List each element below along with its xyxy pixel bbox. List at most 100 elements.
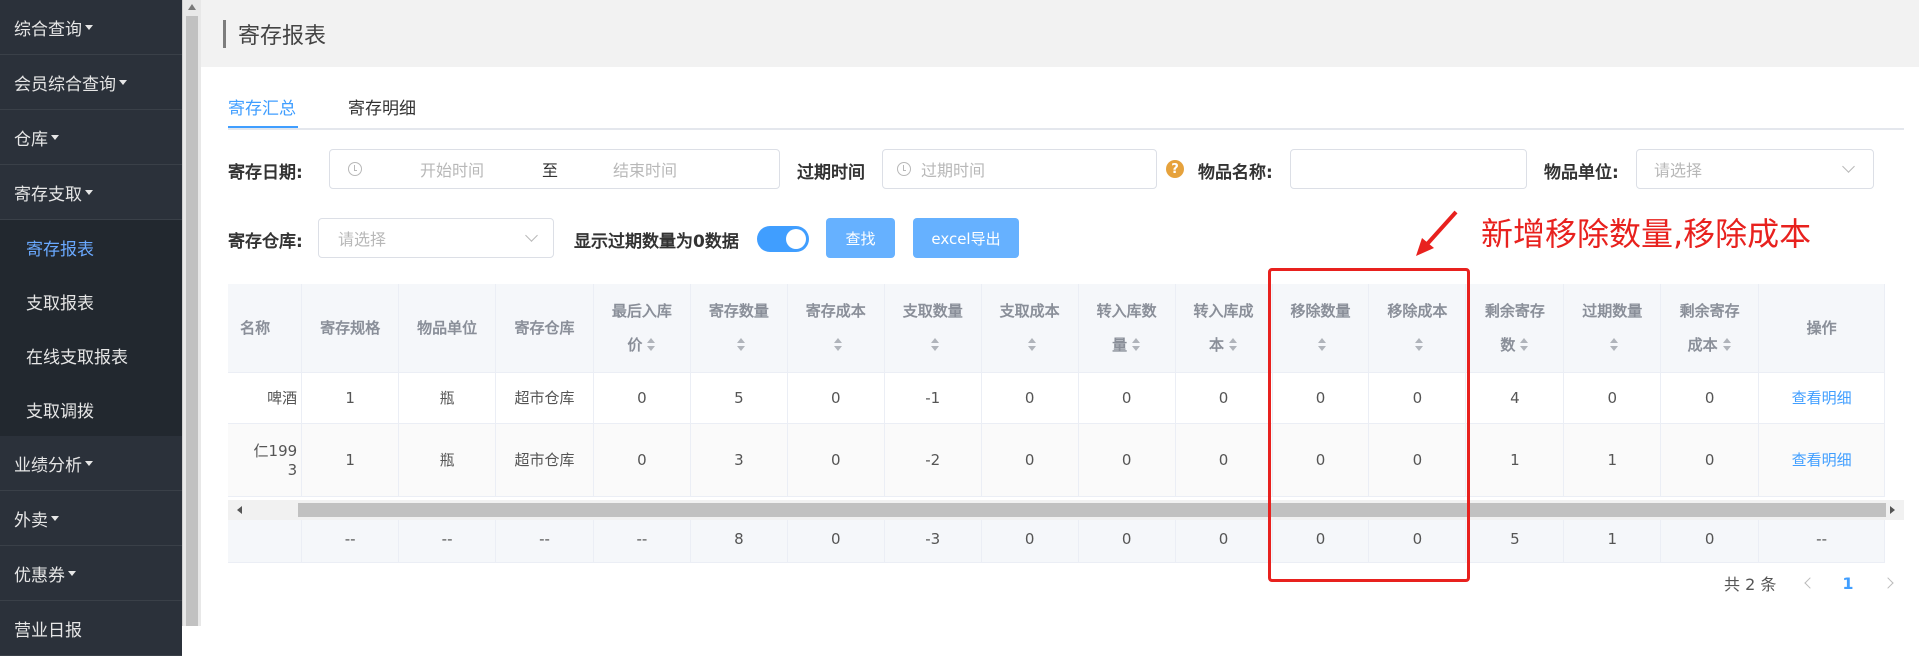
column-header-label: 剩余寄存: [1484, 301, 1545, 320]
search-button[interactable]: 查找: [826, 218, 895, 258]
expire-time-input[interactable]: 过期时间: [882, 149, 1157, 189]
caret-down-icon: [85, 24, 93, 30]
end-time-input[interactable]: 结束时间: [613, 157, 677, 181]
help-icon[interactable]: ?: [1166, 160, 1184, 178]
sort-icon[interactable]: [833, 338, 843, 352]
table-row: 仁199 3 1 瓶超市仓库 0 3 0 -2 0 0 0 0 0 1 1 0 查看明细: [228, 423, 1885, 497]
summary-cell: 1: [1563, 516, 1662, 563]
column-header-label: 物品单位: [417, 318, 478, 337]
page-number-current[interactable]: 1: [1842, 574, 1853, 593]
sidebar-item-member-query[interactable]: 会员综合查询: [0, 55, 182, 110]
sidebar-subitem-withdraw-transfer[interactable]: 支取调拨: [0, 382, 182, 436]
sidebar-subitem-online-withdraw-report[interactable]: 在线支取报表: [0, 328, 182, 382]
sidebar-subitem-withdraw-report[interactable]: 支取报表: [0, 274, 182, 328]
column-header[interactable]: 寄存成本: [787, 284, 885, 373]
clock-icon: [348, 162, 362, 176]
scrollbar-thumb[interactable]: [186, 16, 198, 626]
prev-page-icon[interactable]: [1804, 577, 1817, 589]
sidebar: 综合查询 会员综合查询 仓库 寄存支取 寄存报表 支取报表 在线支取报表 支取调…: [0, 0, 182, 656]
sort-icon[interactable]: [736, 338, 746, 352]
sidebar-item-performance[interactable]: 业绩分析: [0, 436, 182, 491]
column-header-label: 寄存成本: [805, 301, 866, 320]
table-cell: 1: [301, 423, 400, 497]
scroll-left-icon[interactable]: [237, 506, 242, 514]
table-cell: 0: [1660, 372, 1760, 424]
sort-icon[interactable]: [930, 338, 940, 352]
column-header[interactable]: 最后入库价: [593, 284, 691, 373]
column-header[interactable]: 转入库数量: [1078, 284, 1176, 373]
horizontal-scrollbar[interactable]: [228, 500, 1904, 520]
column-header[interactable]: 支取数量: [884, 284, 982, 373]
column-header-label: 数: [1500, 335, 1516, 354]
expire-time-label: 过期时间: [797, 163, 865, 183]
item-unit-label: 物品单位:: [1544, 163, 1619, 183]
table-cell: 啤酒: [228, 372, 303, 424]
table-cell: 0: [1563, 372, 1662, 424]
deposit-warehouse-select[interactable]: 请选择: [318, 218, 554, 258]
table-cell: 0: [981, 372, 1079, 424]
sidebar-item-takeaway[interactable]: 外卖: [0, 491, 182, 546]
sidebar-item-label: 会员综合查询: [14, 74, 116, 95]
sidebar-item-coupon[interactable]: 优惠券: [0, 546, 182, 601]
column-header[interactable]: 支取成本: [981, 284, 1079, 373]
summary-cell: 5: [1465, 516, 1565, 563]
view-detail-link[interactable]: 查看明细: [1758, 372, 1885, 424]
scroll-right-icon[interactable]: [1890, 506, 1895, 514]
table-cell: 1: [1465, 423, 1565, 497]
caret-down-icon: [85, 189, 93, 195]
caret-down-icon: [85, 460, 93, 466]
column-header[interactable]: 转入库成本: [1175, 284, 1273, 373]
vertical-scrollbar[interactable]: [182, 0, 201, 626]
sidebar-item-label: 外卖: [14, 510, 48, 531]
deposit-date-range-picker[interactable]: 开始时间 至 结束时间: [329, 149, 780, 189]
clock-icon: [897, 162, 911, 176]
sidebar-item-label: 营业日报: [14, 620, 82, 641]
column-header-label: 最后入库: [611, 301, 672, 320]
annotation-arrow: [1416, 210, 1458, 256]
sidebar-item-deposit-withdraw[interactable]: 寄存支取: [0, 165, 182, 220]
table-cell: 0: [1175, 372, 1273, 424]
show-expired-zero-label: 显示过期数量为0数据: [574, 232, 739, 252]
show-expired-zero-toggle[interactable]: [757, 226, 809, 252]
table-cell: 0: [1078, 372, 1176, 424]
table-cell: 5: [690, 372, 788, 424]
start-time-input[interactable]: 开始时间: [420, 157, 484, 181]
sidebar-item-label: 寄存支取: [14, 184, 82, 205]
sort-icon[interactable]: [1131, 338, 1141, 352]
excel-export-button[interactable]: excel导出: [913, 218, 1019, 258]
table-cell: 1: [301, 372, 400, 424]
sort-icon[interactable]: [1722, 338, 1732, 352]
sidebar-item-label: 优惠券: [14, 565, 65, 586]
column-header[interactable]: 剩余寄存数: [1465, 284, 1565, 373]
table-cell: 仁199 3: [228, 423, 303, 497]
column-header[interactable]: 剩余寄存 成本: [1660, 284, 1760, 373]
tab-deposit-detail[interactable]: 寄存明细: [348, 94, 416, 119]
column-header-label: 寄存仓库: [514, 318, 575, 337]
chevron-down-icon: [1842, 160, 1855, 173]
column-header[interactable]: 寄存数量: [690, 284, 788, 373]
column-header[interactable]: 过期数量: [1563, 284, 1662, 373]
sidebar-item-warehouse[interactable]: 仓库: [0, 110, 182, 165]
table-row: 啤酒 1 瓶超市仓库 0 5 0 -1 0 0 0 0 0 4 0 0 查看明细: [228, 372, 1885, 424]
sidebar-subitem-deposit-report[interactable]: 寄存报表: [0, 220, 182, 274]
summary-cell: --: [301, 516, 400, 563]
sort-icon[interactable]: [1027, 338, 1037, 352]
table-cell: 0: [593, 423, 691, 497]
table-cell: 0: [593, 372, 691, 424]
column-header-label: 名称: [240, 318, 271, 337]
view-detail-link[interactable]: 查看明细: [1758, 423, 1885, 497]
sort-icon[interactable]: [1228, 338, 1238, 352]
next-page-icon[interactable]: [1881, 577, 1894, 589]
summary-cell: 0: [1175, 516, 1273, 563]
sort-icon[interactable]: [1519, 338, 1529, 352]
scroll-up-icon[interactable]: [188, 4, 196, 10]
sidebar-item-daily-report[interactable]: 营业日报: [0, 601, 182, 656]
sidebar-item-comprehensive-query[interactable]: 综合查询: [0, 0, 182, 55]
column-header-label: 支取成本: [999, 301, 1060, 320]
item-unit-select[interactable]: 请选择: [1636, 149, 1874, 189]
item-name-input[interactable]: [1290, 149, 1527, 189]
sort-icon[interactable]: [1609, 338, 1619, 352]
tab-deposit-summary[interactable]: 寄存汇总: [228, 94, 296, 119]
scrollbar-thumb[interactable]: [298, 503, 1886, 517]
sort-icon[interactable]: [646, 338, 656, 352]
